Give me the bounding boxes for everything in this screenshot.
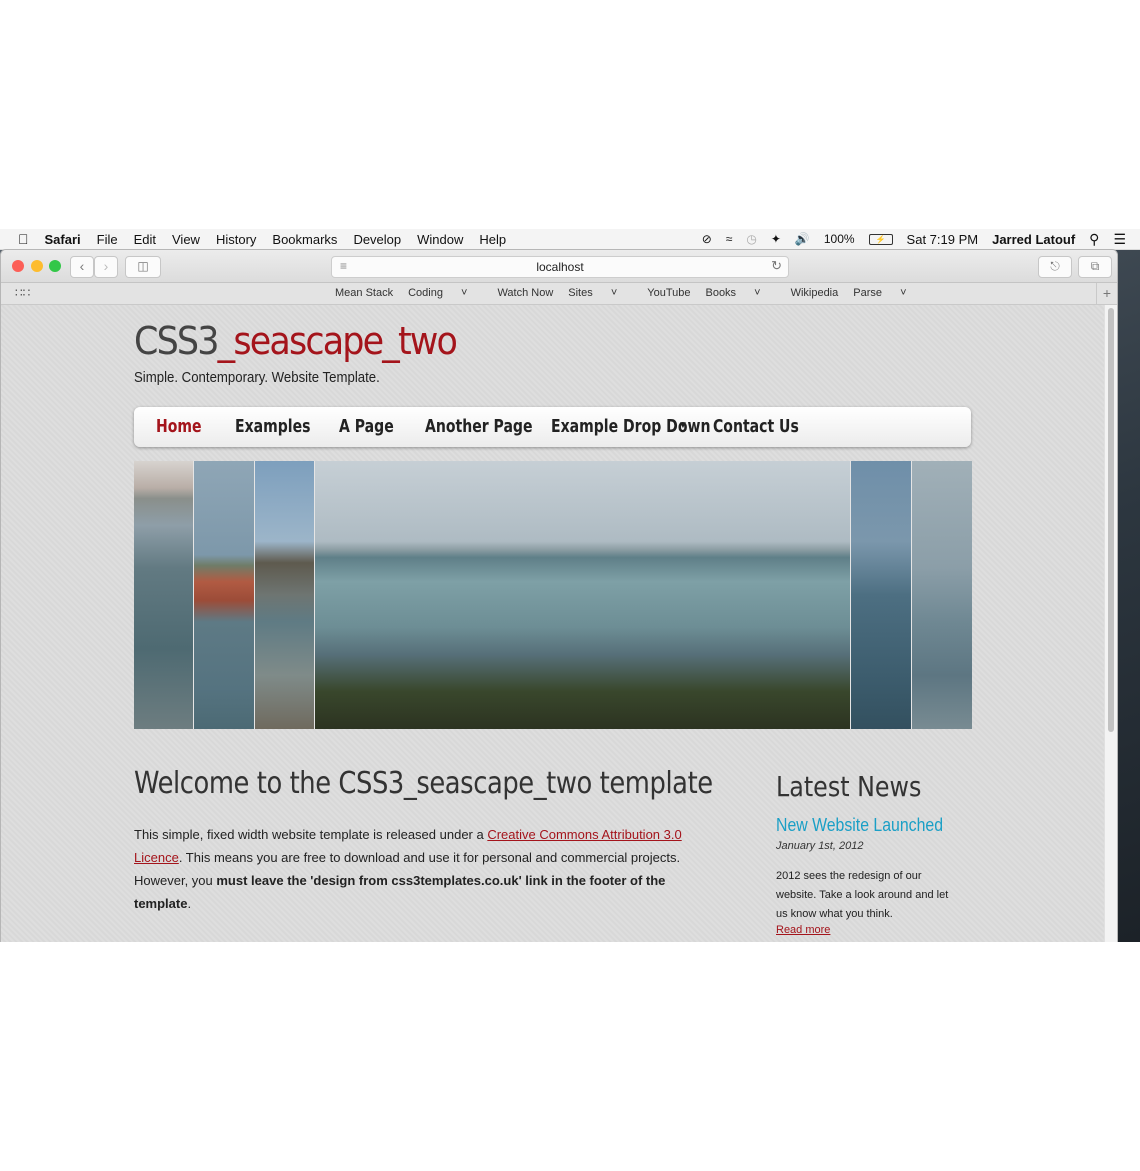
favorite-books[interactable]: Books ˅ (705, 287, 775, 299)
reload-icon[interactable]: ↻ (771, 258, 782, 274)
welcome-heading: Welcome to the CSS3_seascape_two templat… (134, 766, 713, 801)
menu-window[interactable]: Window (417, 232, 463, 247)
intro-text-3: . (187, 896, 192, 911)
favorite-coding-label: Coding (408, 287, 443, 299)
banner-strip-3[interactable] (255, 461, 315, 729)
back-button[interactable]: ‹ (70, 256, 94, 278)
bluetooth-icon[interactable]: ✦ (771, 232, 781, 246)
menu-edit[interactable]: Edit (134, 232, 156, 247)
chevron-down-icon: ˅ (461, 287, 468, 299)
spotlight-search-icon[interactable]: ⚲ (1089, 231, 1099, 248)
nav-examples[interactable]: Examples (235, 416, 311, 437)
banner-strip-5[interactable] (851, 461, 912, 729)
address-url[interactable]: localhost (332, 260, 788, 274)
nav-another-page[interactable]: Another Page (425, 416, 533, 437)
nav-a-page[interactable]: A Page (339, 416, 394, 437)
banner-strip-2[interactable] (194, 461, 255, 729)
news-item-date: January 1st, 2012 (776, 840, 864, 852)
address-bar[interactable]: ≡ localhost ↻ (331, 256, 789, 278)
latest-news-heading: Latest News (776, 770, 922, 803)
do-not-disturb-icon[interactable]: ⊘ (702, 232, 712, 246)
menu-file[interactable]: File (97, 232, 118, 247)
seascape-banner-slideshow[interactable] (134, 461, 972, 729)
menu-view[interactable]: View (172, 232, 200, 247)
browser-toolbar: ‹ › ◫ ≡ localhost ↻ ⎋ ⧉ (1, 250, 1117, 283)
banner-strip-1[interactable] (134, 461, 194, 729)
desktop:  Safari File Edit View History Bookmark… (0, 229, 1140, 942)
favorite-coding[interactable]: Coding ˅ (408, 287, 482, 299)
forward-button[interactable]: › (94, 256, 118, 278)
favorites-bar: ∷∷ Mean Stack Coding ˅ Watch Now Sites ˅… (1, 283, 1117, 305)
close-window-button[interactable] (12, 260, 24, 272)
chevron-down-icon: ˅ (610, 287, 618, 299)
menu-bar:  Safari File Edit View History Bookmark… (0, 229, 1140, 250)
tabs-overview-button[interactable]: ⧉ (1078, 256, 1112, 278)
menu-help[interactable]: Help (479, 232, 506, 247)
dropdown-caret-icon[interactable]: ▼ (678, 420, 688, 431)
site-title-main: CSS3 (134, 319, 220, 363)
web-page: CSS3_seascape_two Simple. Contemporary. … (1, 305, 1105, 942)
sidebar-toggle-button[interactable]: ◫ (125, 256, 161, 278)
minimize-window-button[interactable] (31, 260, 43, 272)
new-tab-plus-button[interactable]: + (1096, 283, 1117, 304)
intro-text-1: This simple, fixed width website templat… (134, 827, 488, 842)
chevron-down-icon: ˅ (900, 287, 907, 299)
safari-window: ‹ › ◫ ≡ localhost ↻ ⎋ ⧉ ∷∷ Mean Stack Co… (1, 250, 1117, 942)
top-sites-grid-icon[interactable]: ∷∷ (15, 286, 30, 300)
menu-develop[interactable]: Develop (353, 232, 401, 247)
read-more-link[interactable]: Read more (776, 924, 830, 936)
wifi-icon[interactable]: ≈ (726, 232, 733, 246)
zoom-window-button[interactable] (49, 260, 61, 272)
favorite-watch-now[interactable]: Watch Now (497, 287, 553, 299)
favorite-sites[interactable]: Sites ˅ (568, 287, 632, 299)
site-title-accent: _seascape_two (217, 319, 458, 363)
favorite-wikipedia[interactable]: Wikipedia (791, 287, 839, 299)
page-scrollbar[interactable] (1104, 305, 1117, 942)
site-logo-title[interactable]: CSS3_seascape_two (134, 319, 458, 363)
menu-app-name[interactable]: Safari (45, 232, 81, 247)
nav-home[interactable]: Home (156, 416, 202, 437)
favorite-sites-label: Sites (568, 287, 593, 299)
apple-menu-icon[interactable]:  (18, 231, 29, 247)
nav-contact-us[interactable]: Contact Us (713, 416, 799, 437)
notification-center-icon[interactable]: ☰ (1113, 231, 1126, 248)
share-button[interactable]: ⎋ (1038, 256, 1072, 278)
site-slogan: Simple. Contemporary. Website Template. (134, 369, 380, 386)
news-item-title[interactable]: New Website Launched (776, 815, 943, 836)
intro-paragraph: This simple, fixed width website templat… (134, 823, 709, 915)
favorite-books-label: Books (705, 287, 737, 299)
banner-main-image[interactable] (315, 461, 851, 729)
status-area: ⊘ ≈ ◷ ✦ 🔊 100% ⚡ Sat 7:19 PM Jarred Lato… (702, 229, 1140, 249)
favorite-parse[interactable]: Parse ˅ (853, 287, 921, 299)
user-name[interactable]: Jarred Latouf (992, 232, 1075, 247)
chevron-down-icon: ˅ (754, 287, 761, 299)
favorites-list: Mean Stack Coding ˅ Watch Now Sites ˅ Yo… (335, 287, 937, 299)
favorite-mean-stack[interactable]: Mean Stack (335, 287, 393, 299)
battery-percent: 100% (823, 232, 855, 246)
news-item-body: 2012 sees the redesign of our website. T… (776, 870, 949, 920)
favorite-youtube[interactable]: YouTube (647, 287, 690, 299)
main-navigation: Home Examples A Page Another Page Exampl… (134, 407, 971, 447)
banner-strip-6[interactable] (912, 461, 972, 729)
volume-icon[interactable]: 🔊 (795, 232, 810, 246)
time-machine-icon[interactable]: ◷ (746, 232, 756, 246)
favorite-parse-label: Parse (853, 287, 882, 299)
battery-icon[interactable]: ⚡ (868, 233, 893, 245)
scrollbar-thumb[interactable] (1108, 308, 1114, 732)
clock[interactable]: Sat 7:19 PM (907, 232, 979, 247)
menu-history[interactable]: History (216, 232, 256, 247)
menu-bookmarks[interactable]: Bookmarks (272, 232, 337, 247)
